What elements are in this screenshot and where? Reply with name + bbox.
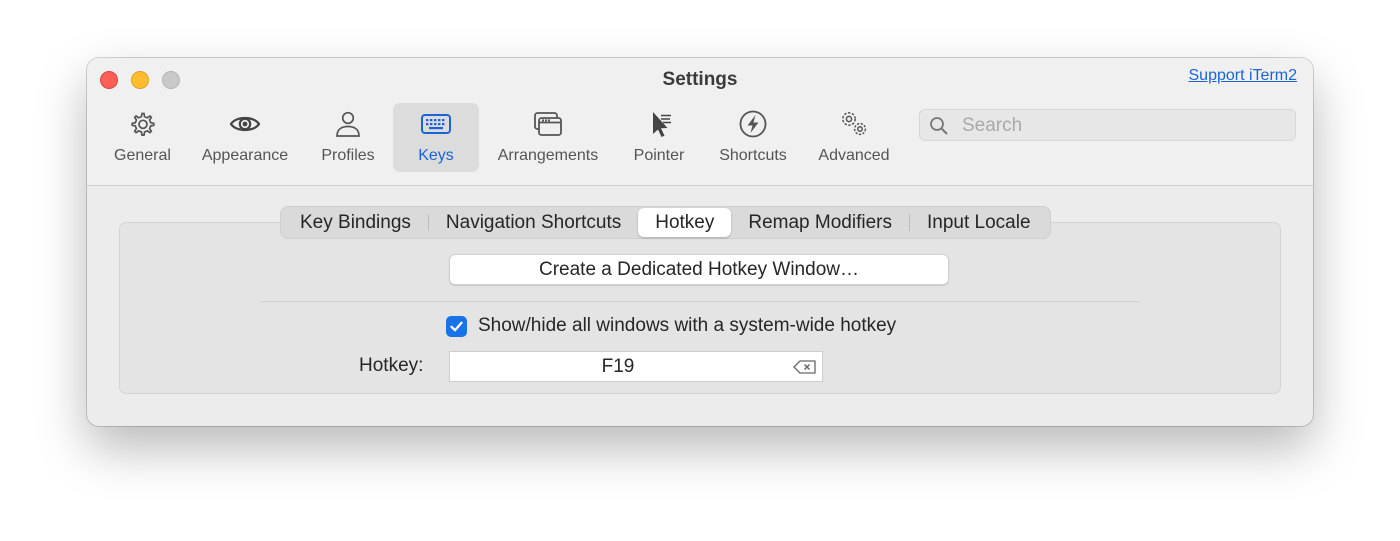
search-icon [930, 117, 948, 135]
bolt-icon [739, 110, 767, 138]
tab-key-bindings[interactable]: Key Bindings [283, 208, 428, 237]
toolbar-label-advanced: Advanced [818, 147, 890, 164]
toolbar-label-keys: Keys [418, 147, 454, 164]
toolbar-item-advanced[interactable]: Advanced [809, 103, 899, 172]
show-hide-checkbox[interactable] [446, 316, 467, 337]
show-hide-label[interactable]: Show/hide all windows with a system-wide… [478, 315, 896, 337]
create-dedicated-hotkey-window-button[interactable]: Create a Dedicated Hotkey Window… [449, 254, 949, 285]
tab-input-locale[interactable]: Input Locale [910, 208, 1048, 237]
toolbar-item-arrangements[interactable]: Arrangements [487, 103, 609, 172]
toolbar-item-general[interactable]: General [105, 103, 180, 172]
toolbar-label-appearance: Appearance [201, 147, 289, 164]
settings-window: Settings Support iTerm2 General Appearan… [87, 58, 1313, 426]
support-link[interactable]: Support iTerm2 [1189, 67, 1298, 85]
keys-tab-bar: Key Bindings Navigation Shortcuts Hotkey… [280, 206, 1051, 239]
toolbar-label-profiles: Profiles [321, 147, 375, 164]
person-icon [336, 111, 360, 137]
hotkey-recorder-field[interactable]: F19 [449, 351, 823, 382]
toolbar-item-shortcuts[interactable]: Shortcuts [709, 103, 797, 172]
toolbar-label-general: General [114, 147, 171, 164]
hotkey-label: Hotkey: [359, 355, 424, 376]
pointer-icon [653, 112, 671, 137]
search-field[interactable] [919, 109, 1296, 141]
search-input[interactable] [960, 113, 1284, 139]
eye-icon [229, 116, 261, 132]
toolbar-item-keys[interactable]: Keys [393, 103, 479, 172]
hotkey-value: F19 [601, 356, 635, 377]
gear-icon [130, 112, 155, 136]
toolbar-item-appearance[interactable]: Appearance [193, 103, 297, 172]
titlebar: Settings Support iTerm2 General Appearan… [87, 58, 1313, 186]
gears-icon [842, 112, 867, 136]
toolbar-label-pointer: Pointer [633, 147, 685, 164]
clear-hotkey-icon[interactable] [793, 360, 817, 374]
keyboard-icon [421, 114, 451, 134]
toolbar-label-arrangements: Arrangements [497, 147, 599, 164]
divider [261, 301, 1139, 302]
tab-hotkey[interactable]: Hotkey [638, 208, 732, 237]
windows-icon [534, 112, 562, 136]
tab-remap-modifiers[interactable]: Remap Modifiers [731, 208, 909, 237]
toolbar-item-profiles[interactable]: Profiles [313, 103, 383, 172]
checkmark-icon [450, 321, 463, 332]
tab-navigation-shortcuts[interactable]: Navigation Shortcuts [429, 208, 638, 237]
window-title: Settings [662, 69, 738, 90]
toolbar-item-pointer[interactable]: Pointer [625, 103, 693, 172]
toolbar-label-shortcuts: Shortcuts [719, 147, 787, 164]
